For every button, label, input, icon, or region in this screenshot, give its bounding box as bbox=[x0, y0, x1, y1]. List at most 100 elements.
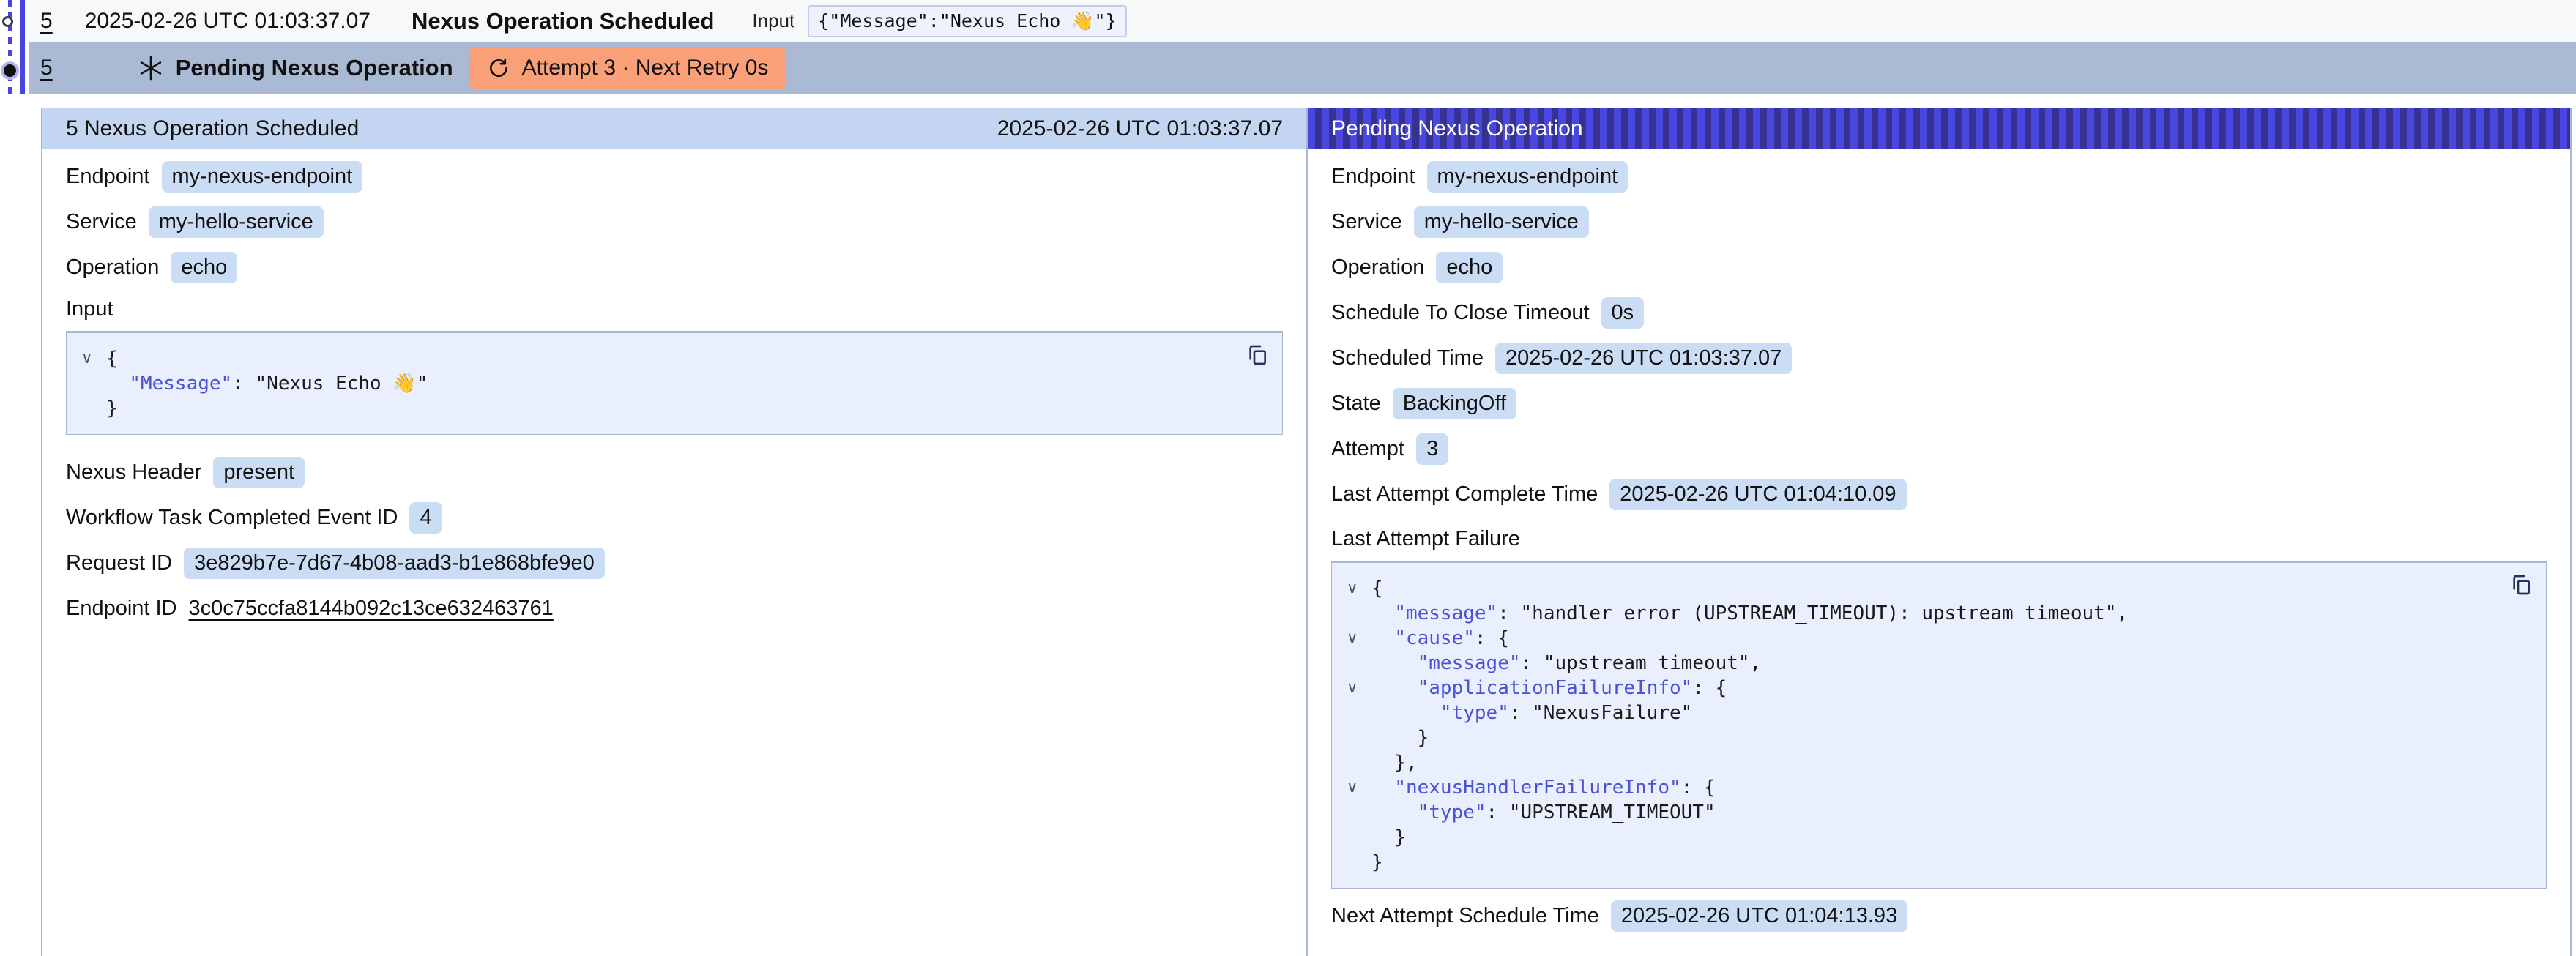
right-panel-title: Pending Nexus Operation bbox=[1331, 116, 1583, 141]
pending-nexus-operation-row[interactable]: 5 Pending Nexus Operation Attempt 3 · Ne… bbox=[29, 42, 2576, 94]
field-row: Last Attempt Complete Time2025-02-26 UTC… bbox=[1331, 479, 2547, 509]
field-label: Service bbox=[66, 210, 137, 234]
field-label: Scheduled Time bbox=[1331, 346, 1484, 370]
pending-event-id-link[interactable]: 5 bbox=[40, 56, 53, 81]
field-label: Request ID bbox=[66, 551, 172, 575]
collapse-chevron-icon[interactable]: ∨ bbox=[1347, 676, 1371, 701]
code-gutter bbox=[1347, 701, 1371, 725]
input-code-lines: ∨{ "Message": "Nexus Echo 👋"} bbox=[81, 346, 1267, 421]
field-row: Nexus Header present bbox=[66, 457, 1283, 488]
event-marker-open-icon bbox=[2, 16, 13, 27]
field-row: Operationecho bbox=[66, 252, 1283, 283]
code-gutter bbox=[1347, 601, 1371, 626]
retry-icon bbox=[487, 56, 510, 80]
code-line-text: } bbox=[1371, 825, 1406, 850]
field-row: State BackingOff bbox=[1331, 388, 2547, 419]
field-row: Endpoint ID 3c0c75ccfa8144b092c13ce632463… bbox=[66, 593, 1283, 624]
code-line-text: "Message": "Nexus Echo 👋" bbox=[106, 371, 428, 396]
collapse-chevron-icon[interactable]: ∨ bbox=[81, 346, 106, 371]
field-row: Workflow Task Completed Event ID 4 bbox=[66, 502, 1283, 533]
field-value: echo bbox=[1436, 252, 1503, 283]
code-line-text: "type": "UPSTREAM_TIMEOUT" bbox=[1371, 800, 1716, 825]
left-panel-timestamp: 2025-02-26 UTC 01:03:37.07 bbox=[997, 116, 1283, 141]
field-row: Endpoint my-nexus-endpoint bbox=[1331, 161, 2547, 192]
timeline-dashed-line bbox=[8, 0, 12, 95]
event-timestamp: 2025-02-26 UTC 01:03:37.07 bbox=[85, 9, 371, 34]
field-value: 3e829b7e-7d67-4b08-aad3-b1e868bfe9e0 bbox=[184, 548, 605, 579]
field-value: my-nexus-endpoint bbox=[1427, 161, 1628, 193]
copy-icon[interactable] bbox=[1246, 343, 1269, 367]
code-line-text: "type": "NexusFailure" bbox=[1371, 701, 1692, 725]
left-fields-top: Endpoint my-nexus-endpoint Service my-hello… bbox=[66, 161, 1283, 283]
pending-title: Pending Nexus Operation bbox=[176, 55, 453, 81]
code-line-text: { bbox=[1371, 576, 1383, 601]
field-value: my-hello-service bbox=[1414, 206, 1589, 238]
field-label: Endpoint ID bbox=[66, 597, 177, 621]
collapse-chevron-icon[interactable]: ∨ bbox=[1347, 775, 1371, 800]
field-row: Schedule To Close Timeout 0s bbox=[1331, 297, 2547, 328]
field-label: Endpoint bbox=[1331, 165, 1415, 189]
field-label: Workflow Task Completed Event ID bbox=[66, 506, 398, 530]
left-panel-header: 5 Nexus Operation Scheduled 2025-02-26 U… bbox=[42, 108, 1306, 149]
field-label: Endpoint bbox=[66, 165, 150, 189]
field-value: 2025-02-26 UTC 01:04:13.93 bbox=[1611, 900, 1907, 932]
copy-icon[interactable] bbox=[2509, 573, 2533, 597]
field-value: 3 bbox=[1416, 433, 1448, 465]
field-label: Attempt bbox=[1331, 437, 1404, 461]
field-value: 4 bbox=[409, 502, 442, 534]
code-gutter bbox=[1347, 800, 1371, 825]
code-line-text: "cause": { bbox=[1371, 626, 1509, 651]
field-label: Nexus Header bbox=[66, 460, 201, 485]
code-gutter bbox=[81, 371, 106, 396]
right-panel-header: Pending Nexus Operation bbox=[1308, 108, 2570, 149]
event-id-link[interactable]: 5 bbox=[40, 9, 53, 34]
code-line-text: "nexusHandlerFailureInfo": { bbox=[1371, 775, 1716, 800]
field-row: Operation echo bbox=[1331, 252, 2547, 283]
field-value: 0s bbox=[1601, 297, 1645, 329]
code-line-text: "message": "upstream timeout", bbox=[1371, 651, 1761, 676]
collapse-chevron-icon[interactable]: ∨ bbox=[1347, 576, 1371, 601]
field-row: Next Attempt Schedule Time 2025-02-26 UTC… bbox=[1331, 900, 2547, 931]
failure-code-lines: ∨{ "message": "handler error (UPSTREAM_T… bbox=[1347, 576, 2531, 875]
attempt-retry-text: Attempt 3 · Next Retry 0s bbox=[522, 56, 769, 81]
code-line-text: "applicationFailureInfo": { bbox=[1371, 676, 1727, 701]
field-label: Last Attempt Complete Time bbox=[1331, 482, 1598, 507]
event-input-chip[interactable]: {"Message":"Nexus Echo 👋"} bbox=[808, 5, 1126, 37]
field-row: Service my-hello-service bbox=[66, 206, 1283, 237]
code-line-text: } bbox=[1371, 850, 1383, 875]
field-value: my-nexus-endpoint bbox=[162, 161, 363, 193]
code-line-text: } bbox=[1371, 725, 1429, 750]
field-label: Schedule To Close Timeout bbox=[1331, 301, 1590, 325]
timeline-gutter bbox=[0, 0, 29, 110]
field-value[interactable]: 3c0c75ccfa8144b092c13ce632463761 bbox=[189, 597, 554, 621]
collapse-chevron-icon[interactable]: ∨ bbox=[1347, 626, 1371, 651]
code-line-text: } bbox=[106, 396, 118, 421]
field-row: Scheduled Time 2025-02-26 UTC 01:03:37.07 bbox=[1331, 343, 2547, 373]
field-value: my-hello-service bbox=[149, 206, 324, 238]
failure-section-label: Last Attempt Failure bbox=[1331, 527, 2547, 552]
field-value: 2025-02-26 UTC 01:03:37.07 bbox=[1495, 343, 1792, 374]
field-label: State bbox=[1331, 392, 1381, 416]
field-value: BackingOff bbox=[1393, 388, 1516, 419]
failure-code-block: ∨{ "message": "handler error (UPSTREAM_T… bbox=[1331, 561, 2547, 889]
event-row-nexus-operation-scheduled[interactable]: 5 2025-02-26 UTC 01:03:37.07 Nexus Opera… bbox=[29, 0, 2576, 42]
field-label: Next Attempt Schedule Time bbox=[1331, 904, 1599, 928]
input-code-block: ∨{ "Message": "Nexus Echo 👋"} bbox=[66, 331, 1283, 435]
field-label: Service bbox=[1331, 210, 1402, 234]
code-line-text: { bbox=[106, 346, 118, 371]
event-detail-panel: 5 Nexus Operation Scheduled 2025-02-26 U… bbox=[41, 108, 2572, 956]
attempt-retry-badge: Attempt 3 · Next Retry 0s bbox=[469, 48, 786, 89]
left-panel-title: 5 Nexus Operation Scheduled bbox=[66, 116, 359, 141]
code-gutter bbox=[1347, 750, 1371, 775]
event-marker-current-icon bbox=[4, 64, 16, 77]
field-row: Request ID 3e829b7e-7d67-4b08-aad3-b1e868… bbox=[66, 548, 1283, 578]
code-gutter bbox=[81, 396, 106, 421]
code-gutter bbox=[1347, 850, 1371, 875]
field-value: present bbox=[213, 457, 305, 488]
input-section-label: Input bbox=[66, 297, 1283, 322]
field-label: Operation bbox=[1331, 255, 1424, 280]
field-row: Attempt 3 bbox=[1331, 433, 2547, 464]
right-fields: Endpoint my-nexus-endpoint Service my-hello… bbox=[1331, 161, 2547, 509]
timeline-active-bar bbox=[20, 0, 25, 94]
event-title: Nexus Operation Scheduled bbox=[412, 8, 714, 34]
